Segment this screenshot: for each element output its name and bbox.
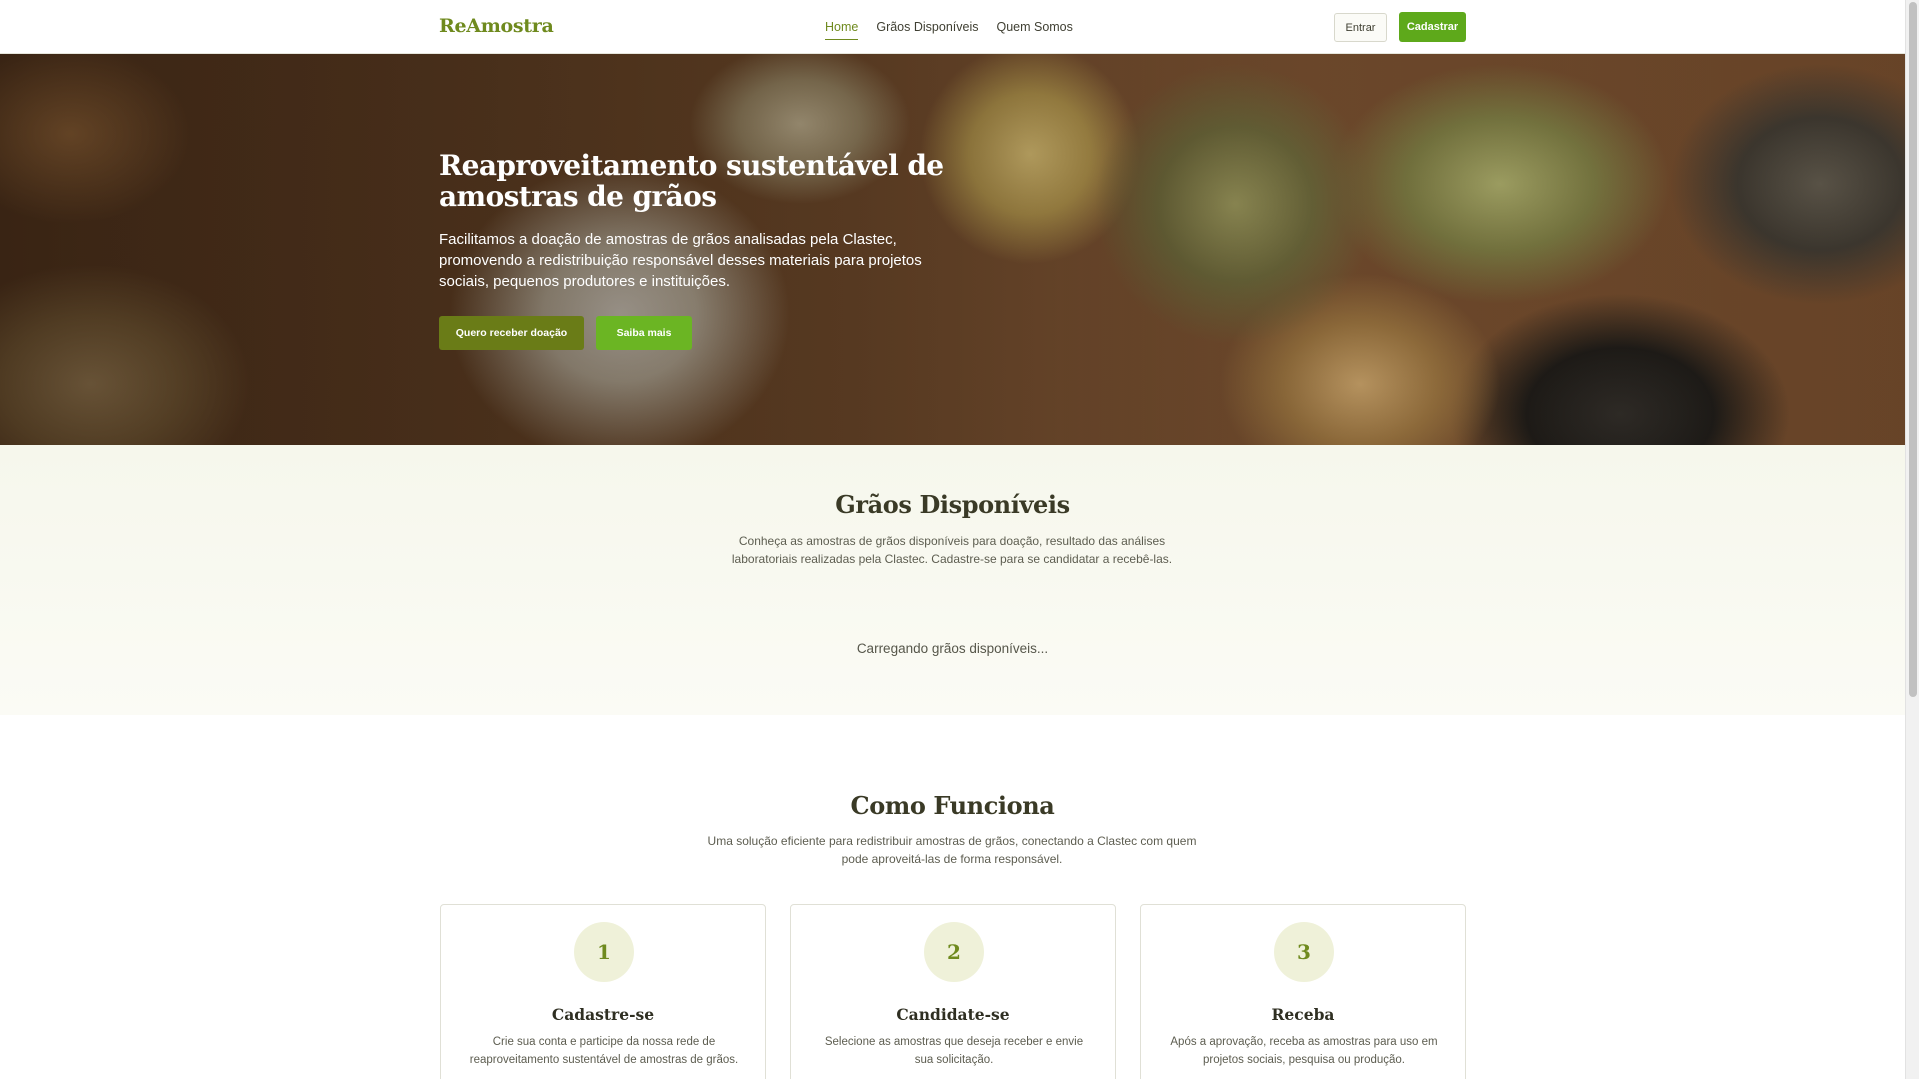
login-button[interactable]: Entrar <box>1334 13 1387 42</box>
hero-banner: Reaproveitamento sustentável de amostras… <box>0 54 1905 445</box>
step-number: 1 <box>574 922 634 982</box>
nav-graos-disponiveis[interactable]: Grãos Disponíveis <box>876 20 978 40</box>
main-nav: Home Grãos Disponíveis Quem Somos <box>825 20 1073 40</box>
nav-home[interactable]: Home <box>825 20 859 40</box>
step-text: Crie sua conta e participe da nossa rede… <box>469 1036 739 1066</box>
scrollbar-thumb[interactable] <box>1909 2 1917 697</box>
step-card: 1 Cadastre-se Crie sua conta e participe… <box>440 904 766 1079</box>
grains-section-subtitle: Conheça as amostras de grãos disponíveis… <box>731 534 1173 566</box>
loading-text: Carregando grãos disponíveis... <box>856 641 1049 656</box>
site-header: ReAmostra Home Grãos Disponíveis Quem So… <box>0 0 1905 54</box>
hero-subtitle: Facilitamos a doação de amostras de grão… <box>439 231 922 290</box>
step-card: 2 Candidate-se Selecione as amostras que… <box>790 904 1116 1079</box>
step-title: Receba <box>1271 1005 1335 1024</box>
step-title: Cadastre-se <box>551 1005 655 1024</box>
grains-section: Grãos Disponíveis Conheça as amostras de… <box>0 445 1905 715</box>
page-scrollbar[interactable] <box>1905 0 1919 1079</box>
step-number: 2 <box>924 922 984 982</box>
learn-more-button[interactable]: Saiba mais <box>596 316 692 350</box>
step-text: Após a aprovação, receba as amostras par… <box>1170 1036 1438 1066</box>
how-section-title: Como Funciona <box>850 791 1055 820</box>
step-text: Selecione as amostras que deseja receber… <box>824 1036 1084 1066</box>
receive-donation-button[interactable]: Quero receber doação <box>439 316 584 350</box>
hero-title: Reaproveitamento sustentável de amostras… <box>439 149 944 213</box>
how-section-subtitle: Uma solução eficiente para redistribuir … <box>707 834 1197 866</box>
step-card: 3 Receba Após a aprovação, receba as amo… <box>1140 904 1466 1079</box>
signup-button[interactable]: Cadastrar <box>1399 12 1466 42</box>
logo[interactable]: ReAmostra <box>439 15 554 37</box>
step-number: 3 <box>1274 922 1334 982</box>
nav-quem-somos[interactable]: Quem Somos <box>996 20 1072 40</box>
how-it-works-section: Como Funciona Uma solução eficiente para… <box>0 715 1905 1079</box>
grains-section-title: Grãos Disponíveis <box>835 490 1070 519</box>
step-title: Candidate-se <box>896 1005 1010 1024</box>
